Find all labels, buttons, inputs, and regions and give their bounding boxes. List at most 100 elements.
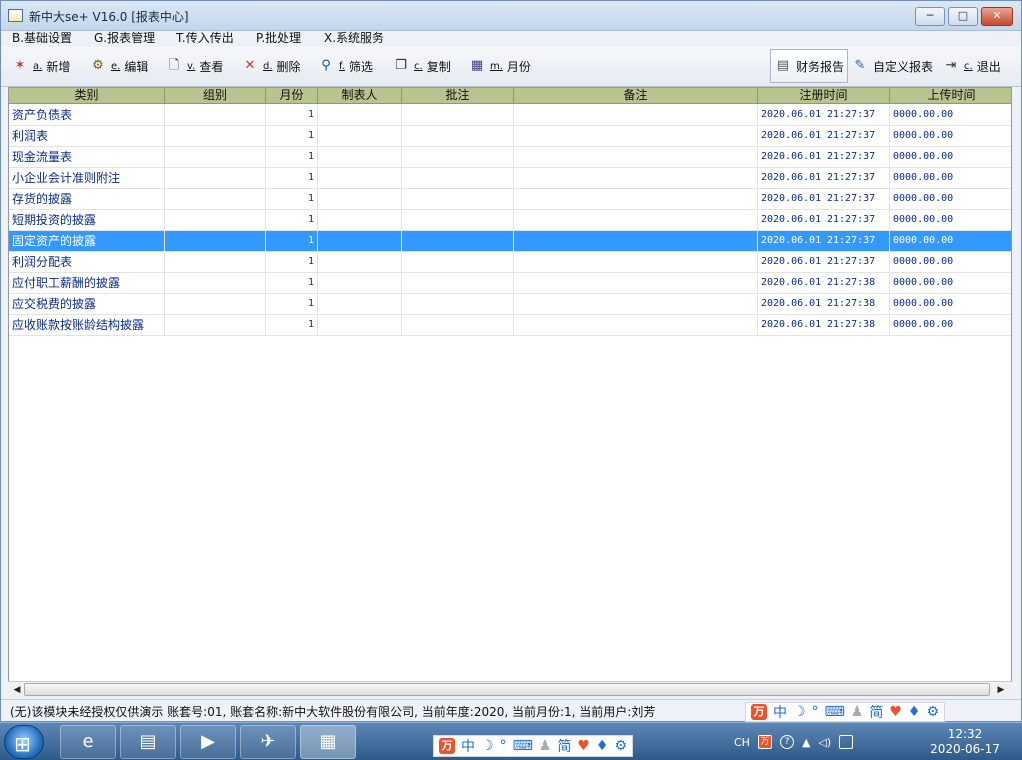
taskbar-ime-skin-icon[interactable]: ♥ (577, 738, 590, 754)
clock[interactable]: 12:32 2020-06-17 (920, 727, 1010, 757)
cell-remark (514, 210, 758, 231)
taskbar-file-explorer[interactable]: ▤ (120, 725, 176, 759)
menu-basic-settings[interactable]: B.基础设置 (12, 31, 72, 46)
ime-punct-icon[interactable]: ° (812, 704, 819, 720)
exit-button[interactable]: ⇥ c. 退出 (942, 55, 1001, 77)
tray-ime-icon[interactable]: 万 (757, 735, 772, 749)
taskbar-ime-shirt-icon[interactable]: ♦ (596, 738, 609, 754)
table-row[interactable]: 小企业会计准则附注 1 2020.06.01 21:27:37 0000.00.00 (9, 168, 1011, 189)
table-header: 类别 组别 月份 制表人 批注 备注 注册时间 上传时间 (9, 88, 1011, 104)
cell-maker (318, 294, 402, 315)
table-row[interactable]: 应交税费的披露 1 2020.06.01 21:27:38 0000.00.00 (9, 294, 1011, 315)
column-header-month[interactable]: 月份 (266, 88, 318, 104)
table-row[interactable]: 现金流量表 1 2020.06.01 21:27:37 0000.00.00 (9, 147, 1011, 168)
ime-skin-icon[interactable]: ♥ (889, 704, 902, 720)
cell-register-time: 21:27:37 (824, 189, 890, 210)
table-row[interactable]: 应付职工薪酬的披露 1 2020.06.01 21:27:38 0000.00.00 (9, 273, 1011, 294)
column-header-maker[interactable]: 制表人 (318, 88, 402, 104)
ime-shirt-icon[interactable]: ♦ (908, 704, 921, 720)
copy-button[interactable]: ❐ c. 复制 (392, 55, 451, 77)
column-header-category[interactable]: 类别 (9, 88, 165, 104)
menu-system-service[interactable]: X.系统服务 (324, 31, 384, 46)
menu-report-management[interactable]: G.报表管理 (94, 31, 155, 46)
taskbar-ime-punct-icon[interactable]: ° (500, 738, 507, 754)
ime-user-icon[interactable]: ♟ (851, 704, 864, 720)
new-button[interactable]: ✶ a. 新增 (11, 55, 71, 77)
cell-register-date: 2020.06.01 (761, 151, 822, 162)
horizontal-scrollbar[interactable]: ◀ ▶ (8, 681, 1012, 697)
scroll-left-arrow[interactable]: ◀ (10, 683, 24, 697)
taskbar-ime-simplified-toggle[interactable]: 简 (557, 736, 571, 756)
column-header-upload-time[interactable]: 上传时间 (890, 88, 1011, 104)
title-bar[interactable]: 新中大se+ V16.0 [报表中心] ─ □ ✕ (1, 1, 1021, 31)
taskbar-media-player[interactable]: ▶ (180, 725, 236, 759)
cell-register-time: 21:27:37 (824, 147, 890, 168)
tray-expand-icon[interactable]: ▲ (802, 736, 810, 749)
tray-language[interactable]: CH (734, 736, 750, 749)
taskbar-ime-user-icon[interactable]: ♟ (539, 738, 552, 754)
cell-annotation (402, 210, 514, 231)
ime-toolbar[interactable]: 万 中 ☽ ° ⌨ ♟ 简 ♥ ♦ ⚙ (745, 702, 946, 722)
table-row[interactable]: 短期投资的披露 1 2020.06.01 21:27:37 0000.00.00 (9, 210, 1011, 231)
column-header-annotation[interactable]: 批注 (402, 88, 514, 104)
taskbar-ime-keyboard-icon[interactable]: ⌨ (513, 738, 533, 754)
toolbar: ✶ a. 新增 ⚙ e. 编辑 🗋 v. 查看 ✕ d. 删除 ⚲ f. 筛选 ❐ c. 复… (1, 47, 1021, 87)
taskbar-ime-gear-icon[interactable]: ⚙ (614, 738, 627, 754)
month-button[interactable]: ▦ m. 月份 (468, 55, 531, 77)
maximize-button[interactable]: □ (948, 7, 978, 26)
column-header-register-time[interactable]: 注册时间 (758, 88, 890, 104)
menu-import-export[interactable]: T.传入传出 (176, 31, 234, 46)
clock-date: 2020-06-17 (930, 742, 1000, 756)
table-row[interactable]: 利润表 1 2020.06.01 21:27:37 0000.00.00 (9, 126, 1011, 147)
taskbar-report-app[interactable]: ▦ (300, 725, 356, 759)
table-row[interactable]: 应收账款按账龄结构披露 1 2020.06.01 21:27:38 0000.00.00 (9, 315, 1011, 336)
cell-maker (318, 168, 402, 189)
cell-remark (514, 231, 758, 252)
menu-batch[interactable]: P.批处理 (256, 31, 301, 46)
new-icon: ✶ (14, 58, 26, 73)
custom-report-button[interactable]: ✎ 自定义报表 (851, 55, 933, 77)
calendar-icon: ▦ (470, 58, 484, 73)
table-row[interactable]: 资产负债表 1 2020.06.01 21:27:37 0000.00.00 (9, 105, 1011, 126)
column-header-group[interactable]: 组别 (165, 88, 266, 104)
cell-category: 资产负债表 (9, 105, 165, 126)
finance-report-button[interactable]: ▤ 财务报告 (770, 49, 849, 83)
taskbar-ime-moon-icon[interactable]: ☽ (481, 738, 494, 754)
cell-group (165, 168, 266, 189)
ime-gear-icon[interactable]: ⚙ (926, 704, 939, 720)
table-row[interactable]: 存货的披露 1 2020.06.01 21:27:37 0000.00.00 (9, 189, 1011, 210)
taskbar-plane-app[interactable]: ✈ (240, 725, 296, 759)
cell-annotation (402, 273, 514, 294)
table-row[interactable]: 固定资产的披露 1 2020.06.01 21:27:37 0000.00.00 (9, 231, 1011, 252)
cell-month: 1 (266, 252, 318, 273)
minimize-button[interactable]: ─ (915, 7, 945, 26)
ime-brand-icon[interactable]: 万 (751, 704, 767, 720)
taskbar-ime-brand-icon[interactable]: 万 (439, 738, 455, 754)
tray-volume-icon[interactable]: ◁) (818, 736, 831, 749)
cell-maker (318, 105, 402, 126)
column-header-remark[interactable]: 备注 (514, 88, 758, 104)
taskbar-ime-chinese-toggle[interactable]: 中 (461, 736, 475, 756)
view-button[interactable]: 🗋 v. 查看 (165, 55, 224, 77)
taskbar-ime-toolbar[interactable]: 万 中 ☽ ° ⌨ ♟ 简 ♥ ♦ ⚙ (433, 735, 634, 757)
edit-button[interactable]: ⚙ e. 编辑 (89, 55, 148, 77)
table-row[interactable]: 利润分配表 1 2020.06.01 21:27:37 0000.00.00 (9, 252, 1011, 273)
taskbar-ie-browser[interactable]: e (60, 725, 116, 759)
delete-button[interactable]: ✕ d. 删除 (241, 55, 301, 77)
tray-network-icon[interactable] (839, 735, 854, 749)
filter-button[interactable]: ⚲ f. 筛选 (317, 55, 373, 77)
ime-chinese-toggle[interactable]: 中 (773, 702, 787, 722)
copy-icon: ❐ (395, 58, 407, 73)
cell-remark (514, 315, 758, 336)
scroll-right-arrow[interactable]: ▶ (994, 683, 1008, 697)
ime-keyboard-icon[interactable]: ⌨ (825, 704, 845, 720)
cell-upload-time: 0000.00.00 (893, 235, 954, 246)
ime-simplified-toggle[interactable]: 简 (869, 702, 883, 722)
close-button[interactable]: ✕ (981, 7, 1013, 26)
cell-month: 1 (266, 315, 318, 336)
ime-moon-icon[interactable]: ☽ (793, 704, 806, 720)
tray-help-icon[interactable]: ? (779, 735, 794, 749)
cell-register-date: 2020.06.01 (761, 277, 822, 288)
start-button[interactable]: ⊞ (4, 725, 44, 759)
scroll-thumb[interactable] (24, 683, 990, 696)
